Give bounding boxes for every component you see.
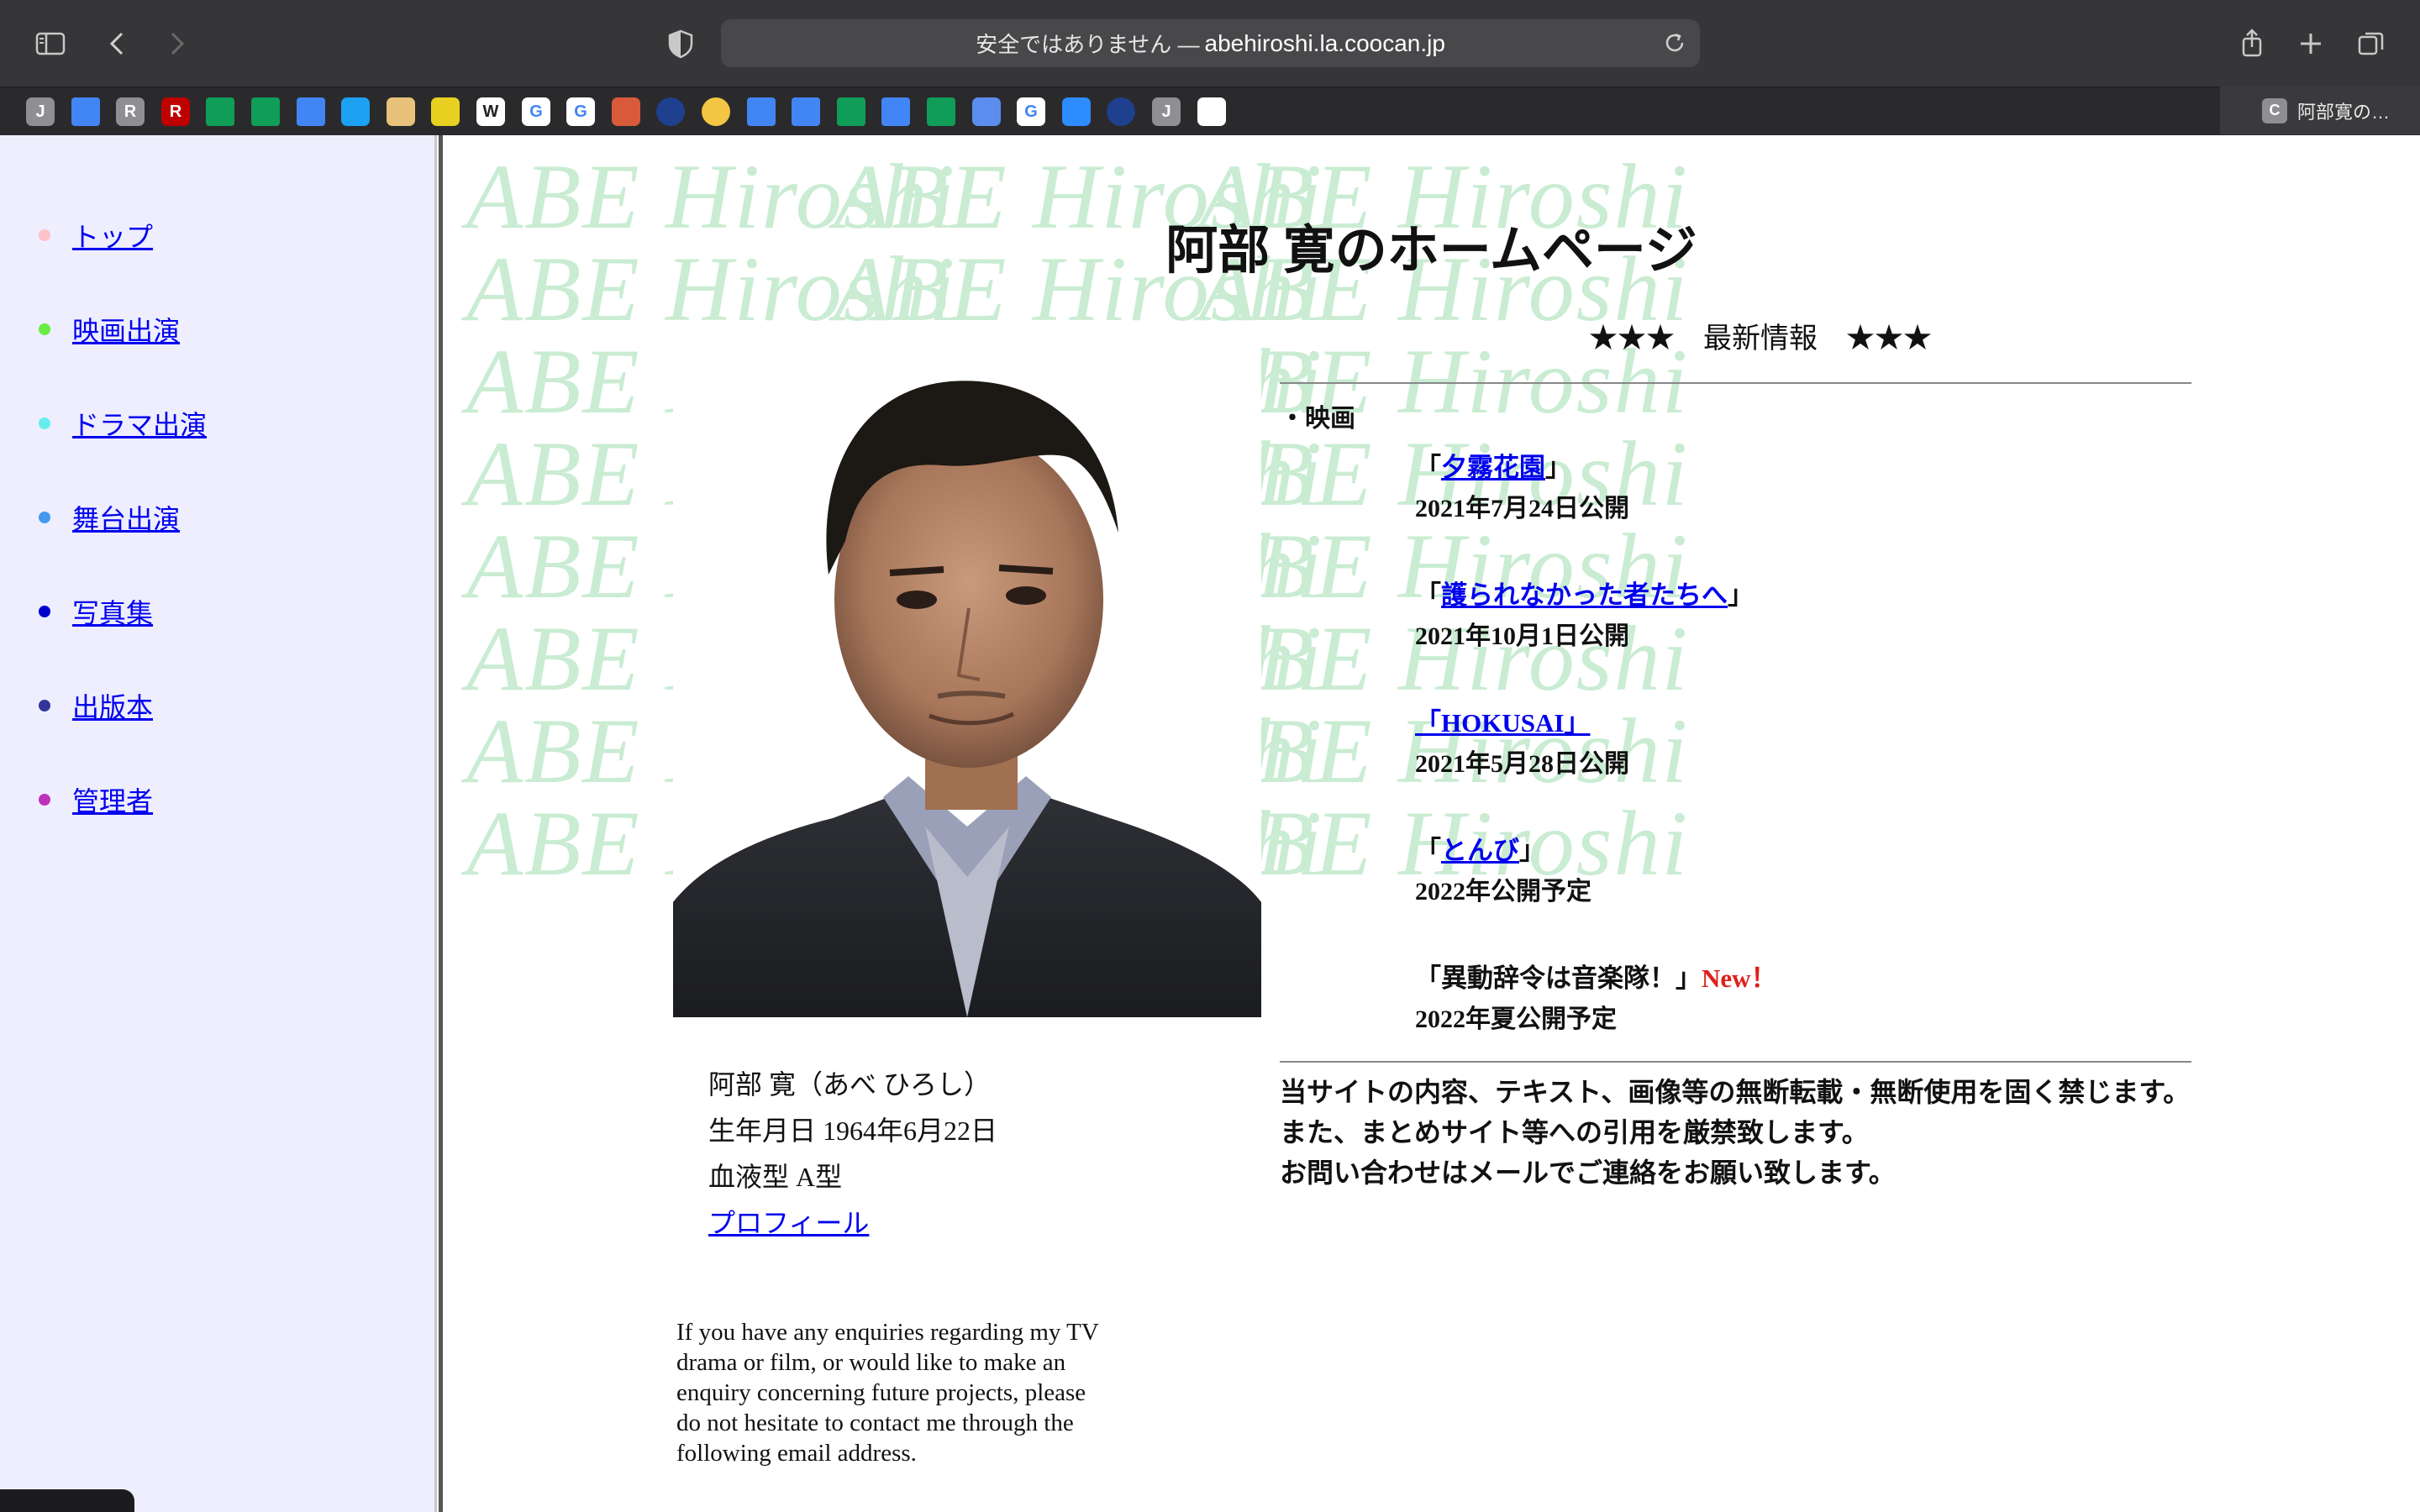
back-icon[interactable]: [99, 25, 136, 62]
wikipedia-icon[interactable]: W: [476, 97, 505, 126]
zoom-icon[interactable]: [1062, 97, 1091, 126]
tab-overview-icon[interactable]: [2353, 25, 2390, 62]
news-category: ・映画: [1280, 405, 1355, 433]
j-icon[interactable]: J: [1152, 97, 1181, 126]
circle-icon[interactable]: [702, 97, 730, 126]
nav-link-books[interactable]: 出版本: [72, 686, 153, 725]
film-link[interactable]: 護られなかった者たちへ: [1441, 580, 1728, 610]
page-title: 阿部 寛のホームページ: [1165, 223, 1697, 280]
r-icon[interactable]: R: [116, 97, 145, 126]
notice-line: また、まとめサイト等への引用を厳禁致します。: [1280, 1117, 1869, 1147]
nav-item-stage[interactable]: 舞台出演: [39, 498, 180, 537]
new-tab-icon[interactable]: [2292, 25, 2329, 62]
nav-frame: トップ 映画出演 ドラマ出演 舞台出演 写真集 出版本 管理者: [0, 135, 434, 1512]
globe-icon[interactable]: [656, 97, 685, 126]
google-sheets-icon[interactable]: [927, 97, 955, 126]
nav-link-photobooks[interactable]: 写真集: [72, 592, 153, 631]
tab-active[interactable]: C 阿部寛の…: [2220, 87, 2420, 134]
news-heading: ★★★ 最新情報 ★★★: [1589, 323, 1932, 354]
film-title: 異動辞令は音楽隊！: [1441, 963, 1676, 993]
address-domain: abehiroshi.la.coocan.jp: [1204, 29, 1445, 56]
film-link[interactable]: 夕霧花園: [1441, 453, 1545, 482]
bullet-icon: [39, 229, 50, 241]
nav-item-books[interactable]: 出版本: [39, 686, 153, 725]
globe-icon[interactable]: [1107, 97, 1135, 126]
address-bar[interactable]: 安全ではありません — abehiroshi.la.coocan.jp: [721, 19, 1700, 67]
news-divider-top: [1280, 382, 2191, 384]
film-item: 「とんび」: [1415, 836, 1545, 865]
film-item: 「夕霧花園」: [1415, 453, 1571, 482]
film-item: 「異動辞令は音楽隊！」New！: [1415, 963, 1777, 993]
portrait-photo: [673, 323, 1261, 1017]
nav-link-dramas[interactable]: ドラマ出演: [72, 404, 207, 443]
copyright-notice: 当サイトの内容、テキスト、画像等の無断転載・無断使用を固く禁じます。 また、まと…: [1280, 1072, 2190, 1193]
google-docs-icon[interactable]: [71, 97, 100, 126]
enquiry-text: If you have any enquiries regarding my T…: [676, 1319, 1099, 1467]
nav-item-top[interactable]: トップ: [39, 216, 153, 255]
sidebar-toggle-icon[interactable]: [32, 25, 69, 62]
bullet-icon: [39, 512, 50, 523]
calendar-icon[interactable]: [972, 97, 1001, 126]
j-icon[interactable]: J: [26, 97, 55, 126]
rakuten-icon[interactable]: R: [161, 97, 190, 126]
privacy-shield-icon[interactable]: [662, 25, 699, 62]
forward-icon[interactable]: [158, 25, 195, 62]
nav-link-movies[interactable]: 映画出演: [72, 310, 180, 349]
google-docs-icon[interactable]: [747, 97, 776, 126]
github-icon[interactable]: [1197, 97, 1226, 126]
reload-icon[interactable]: [1661, 29, 1688, 56]
film-item: 「HOKUSAI」: [1415, 701, 1590, 739]
nav-link-stage[interactable]: 舞台出演: [72, 498, 180, 537]
google-icon[interactable]: G: [566, 97, 595, 126]
share-icon[interactable]: [2233, 25, 2270, 62]
nav-item-admin[interactable]: 管理者: [39, 780, 153, 819]
new-badge: New！: [1702, 963, 1777, 993]
nav-item-dramas[interactable]: ドラマ出演: [39, 404, 207, 443]
profile-bloodtype: 血液型 A型: [708, 1162, 843, 1192]
film-release-date: 2021年5月28日公開: [1415, 750, 1629, 778]
google-sheets-icon[interactable]: [251, 97, 280, 126]
bullet-icon: [39, 323, 50, 335]
film-release-date: 2021年10月1日公開: [1415, 622, 1629, 650]
bullet-icon: [39, 794, 50, 806]
note-icon[interactable]: [431, 97, 460, 126]
nav-item-movies[interactable]: 映画出演: [39, 310, 180, 349]
content-frame: ABE Hiroshi ABE Hiroshi ABE Hiroshi ABE Hir…: [443, 135, 2420, 1512]
browser-toolbar: 安全ではありません — abehiroshi.la.coocan.jp: [0, 0, 2420, 87]
google-sheets-icon[interactable]: [837, 97, 865, 126]
nav-item-photobooks[interactable]: 写真集: [39, 592, 153, 631]
bullet-icon: [39, 417, 50, 429]
bullet-icon: [39, 700, 50, 711]
film-release-date: 2021年7月24日公開: [1415, 495, 1629, 522]
notice-line: 当サイトの内容、テキスト、画像等の無断転載・無断使用を固く禁じます。: [1280, 1077, 2191, 1107]
profile-link-row: プロフィール: [708, 1202, 869, 1241]
film-link[interactable]: 「HOKUSAI」: [1415, 708, 1590, 738]
dock-edge: [0, 1489, 134, 1512]
tab-title: 阿部寛の…: [2297, 101, 2391, 123]
package-icon[interactable]: [387, 97, 415, 126]
google-docs-icon[interactable]: [297, 97, 325, 126]
film-item: 「護られなかった者たちへ」: [1415, 580, 1754, 610]
nav-link-top[interactable]: トップ: [72, 216, 153, 255]
film-release-date: 2022年公開予定: [1415, 878, 1591, 906]
google-icon[interactable]: G: [522, 97, 550, 126]
tab-favicon: C: [2262, 97, 2287, 123]
bullet-icon: [39, 606, 50, 617]
google-icon[interactable]: G: [1017, 97, 1045, 126]
app-icon[interactable]: [612, 97, 640, 126]
film-release-date: 2022年夏公開予定: [1415, 1005, 1617, 1033]
profile-name: 阿部 寛（あべ ひろし）: [708, 1069, 992, 1100]
film-link[interactable]: とんび: [1441, 836, 1519, 865]
twitter-icon[interactable]: [341, 97, 370, 126]
notice-line: お問い合わせはメールでご連絡をお願い致します。: [1280, 1158, 1896, 1188]
profile-birthdate: 生年月日 1964年6月22日: [708, 1116, 998, 1146]
frame-divider[interactable]: [434, 135, 443, 1512]
google-sheets-icon[interactable]: [206, 97, 234, 126]
google-docs-icon[interactable]: [792, 97, 820, 126]
nav-link-admin[interactable]: 管理者: [72, 780, 153, 819]
news-divider-bottom: [1280, 1061, 2191, 1063]
profile-link[interactable]: プロフィール: [708, 1208, 869, 1238]
google-docs-icon[interactable]: [881, 97, 910, 126]
address-security-warning: 安全ではありません —: [976, 32, 1200, 57]
